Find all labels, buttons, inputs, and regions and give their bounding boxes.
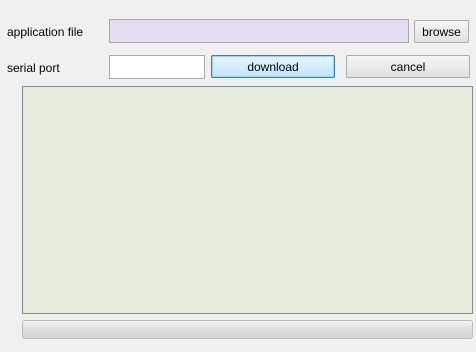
application-file-input[interactable] [109, 19, 409, 43]
downloader-window: application file browse serial port down… [0, 0, 476, 352]
cancel-button[interactable]: cancel [346, 55, 470, 78]
progress-bar [22, 320, 473, 339]
serial-port-label: serial port [7, 61, 60, 75]
log-output[interactable] [22, 86, 473, 314]
browse-button[interactable]: browse [414, 20, 469, 43]
serial-port-input[interactable] [109, 55, 205, 79]
application-file-label: application file [7, 25, 84, 39]
download-button[interactable]: download [211, 55, 335, 78]
